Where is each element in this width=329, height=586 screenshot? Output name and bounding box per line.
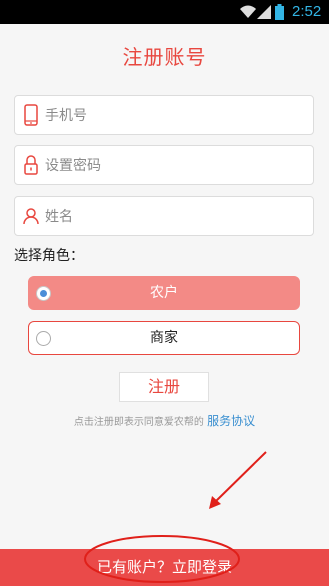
password-field[interactable]: 设置密码 [14,145,314,185]
phone-placeholder: 手机号 [45,108,87,124]
login-bar[interactable]: 已有账户？立即登录 [0,549,329,586]
register-button[interactable]: 注册 [119,372,209,402]
role-option-label: 农户 [150,285,178,301]
name-field[interactable]: 姓名 [14,196,314,236]
agreement-text: 点击注册即表示同意爱农帮的 服务协议 [0,412,329,432]
page-title: 注册账号 [122,45,207,69]
login-link[interactable]: 已有账户？立即登录 [0,549,329,586]
agreement-prefix: 点击注册即表示同意爱农帮的 [73,417,204,428]
annotation-arrowhead [209,496,221,509]
annotation-arrow [213,451,267,504]
service-agreement-link[interactable]: 服务协议 [207,414,255,428]
role-option-farmer[interactable]: 农户 [28,276,300,310]
role-option-label: 商家 [150,330,178,346]
password-placeholder: 设置密码 [45,158,101,174]
phone-icon [24,104,38,126]
signal-icon [257,5,271,19]
role-label: 选择角色： [14,248,84,264]
lock-icon [24,155,38,175]
phone-field[interactable]: 手机号 [14,95,314,135]
status-time: 2:52 [292,3,322,20]
status-bar: 2:52 [0,0,329,24]
wifi-icon [240,5,256,18]
role-option-merchant[interactable]: 商家 [28,321,300,355]
name-placeholder: 姓名 [45,209,73,225]
battery-icon [275,4,284,20]
person-icon [23,208,39,225]
